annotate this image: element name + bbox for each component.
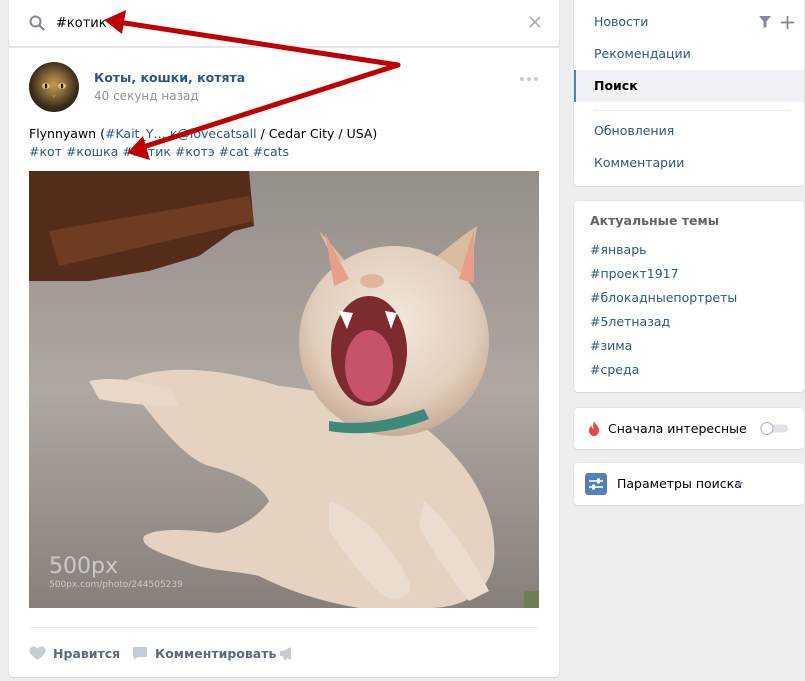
close-icon[interactable] xyxy=(528,15,542,29)
trending-topic-link[interactable]: #5летназад xyxy=(590,314,670,329)
search-input[interactable] xyxy=(56,13,496,33)
hashtag-link[interactable]: #cat xyxy=(219,144,249,159)
hashtag-link[interactable]: #котик xyxy=(122,144,171,159)
group-name-link[interactable]: Коты, кошки, котята xyxy=(94,70,245,85)
plus-icon[interactable] xyxy=(781,16,794,29)
fire-icon xyxy=(589,421,599,436)
trending-topic-link[interactable]: #январь xyxy=(590,242,647,257)
post-text-line: Flynnyawn (#Kait_Y… к@lovecatsall / Ceda… xyxy=(29,125,539,143)
hashtag-list: #кот #кошка #котик #котэ #cat #cats xyxy=(29,143,539,161)
search-card xyxy=(9,0,559,47)
search-params-label: Параметры поиска xyxy=(617,476,742,491)
group-avatar[interactable] xyxy=(29,62,79,112)
post-card: Коты, кошки, котята 40 секунд назад Flyn… xyxy=(9,47,559,677)
menu-item-3[interactable]: Обновления xyxy=(574,115,804,147)
photo-watermark-url: 500px.com/photo/244505239 xyxy=(49,580,183,590)
menu-item-1[interactable]: Рекомендации xyxy=(574,38,804,70)
megaphone-icon xyxy=(280,646,291,660)
trending-topic-link[interactable]: #проект1917 xyxy=(590,266,679,281)
comment-label: Комментировать xyxy=(155,645,277,661)
trending-topics-card: Актуальные темы #январь #проект1917 #блока… xyxy=(574,201,804,392)
post-time[interactable]: 40 секунд назад xyxy=(94,89,199,103)
comment-button[interactable]: Комментировать xyxy=(132,644,276,662)
interesting-first-toggle[interactable] xyxy=(760,422,790,435)
menu-item-2[interactable]: Поиск xyxy=(574,70,804,102)
search-params-card[interactable]: Параметры поиска xyxy=(574,463,804,505)
chevron-down-icon xyxy=(735,482,743,487)
post-photo[interactable]: 500px 500px.com/photo/244505239 xyxy=(29,171,539,608)
sliders-icon xyxy=(585,473,607,495)
search-icon[interactable] xyxy=(29,15,45,31)
trending-topic-link[interactable]: #блокадныепортреты xyxy=(590,290,737,305)
trending-topics-title: Актуальные темы xyxy=(590,213,720,228)
hashtag-link[interactable]: #кошка xyxy=(66,144,118,159)
like-label: Нравится xyxy=(53,645,121,661)
menu-item-4[interactable]: Комментарии xyxy=(574,147,804,179)
post-text-suffix: / Cedar City / USA) xyxy=(256,126,378,141)
photo-watermark-logo: 500px xyxy=(49,554,118,579)
like-button[interactable]: Нравится xyxy=(29,644,120,662)
author-link[interactable]: #Kait_Y… к@lovecatsall xyxy=(105,126,257,141)
more-icon[interactable] xyxy=(519,76,539,82)
interesting-first-card: Сначала интересные xyxy=(574,408,804,449)
hashtag-link[interactable]: #котэ xyxy=(175,144,215,159)
trending-topic-link[interactable]: #зима xyxy=(590,338,632,353)
interesting-first-label: Сначала интересные xyxy=(608,421,747,436)
search-sections-menu: Новости Рекомендации Поиск Обновления Коммен… xyxy=(574,0,804,186)
filter-icon[interactable] xyxy=(759,16,771,28)
menu-divider xyxy=(594,110,790,111)
trending-topic-link[interactable]: #среда xyxy=(590,362,639,377)
share-button[interactable] xyxy=(279,644,296,662)
comment-icon xyxy=(133,646,147,660)
post-actions-divider xyxy=(29,627,539,628)
hashtag-link[interactable]: #cats xyxy=(253,144,289,159)
post-text-prefix: Flynnyawn ( xyxy=(29,126,105,141)
post-text: Flynnyawn (#Kait_Y… к@lovecatsall / Ceda… xyxy=(29,125,539,161)
hashtag-link[interactable]: #кот xyxy=(29,144,62,159)
heart-icon xyxy=(29,646,46,660)
